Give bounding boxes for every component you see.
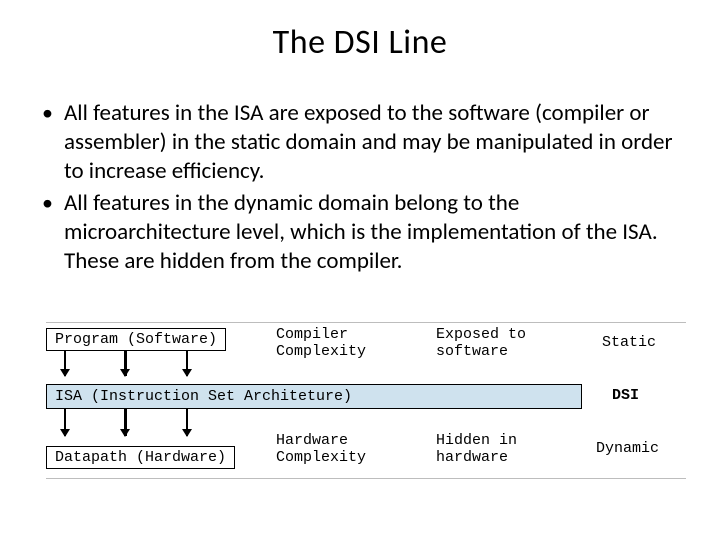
dynamic-label: Dynamic: [596, 440, 659, 457]
bullet-item: All features in the ISA are exposed to t…: [36, 99, 684, 185]
slide: The DSI Line All features in the ISA are…: [0, 0, 720, 540]
arrow-down-icon: [64, 350, 66, 376]
dsi-diagram: Program (Software) Compiler Complexity E…: [46, 328, 686, 488]
isa-box: ISA (Instruction Set Architeture): [46, 384, 582, 409]
arrow-down-icon: [186, 350, 188, 376]
datapath-box: Datapath (Hardware): [46, 446, 235, 469]
hardware-complexity-label: Hardware Complexity: [276, 432, 366, 467]
arrow-down-icon: [186, 408, 188, 436]
arrows-bottom: [46, 408, 226, 444]
dsi-label: DSI: [612, 387, 639, 404]
page-title: The DSI Line: [0, 0, 720, 81]
diagram-row-top: Program (Software) Compiler Complexity E…: [46, 328, 686, 351]
exposed-label: Exposed to software: [436, 326, 526, 361]
arrow-down-icon: [124, 408, 127, 436]
bullet-list: All features in the ISA are exposed to t…: [0, 81, 720, 276]
static-label: Static: [602, 334, 656, 351]
compiler-complexity-label: Compiler Complexity: [276, 326, 366, 361]
hidden-label: Hidden in hardware: [436, 432, 517, 467]
program-box: Program (Software): [46, 328, 226, 351]
divider: [46, 478, 686, 479]
bullet-item: All features in the dynamic domain belon…: [36, 189, 684, 275]
arrow-down-icon: [124, 350, 127, 376]
diagram-row-isa: ISA (Instruction Set Architeture) DSI: [46, 384, 686, 409]
arrow-down-icon: [64, 408, 66, 436]
divider: [46, 322, 686, 323]
arrows-top: [46, 350, 226, 384]
diagram-row-bottom: Datapath (Hardware) Hardware Complexity …: [46, 446, 686, 469]
